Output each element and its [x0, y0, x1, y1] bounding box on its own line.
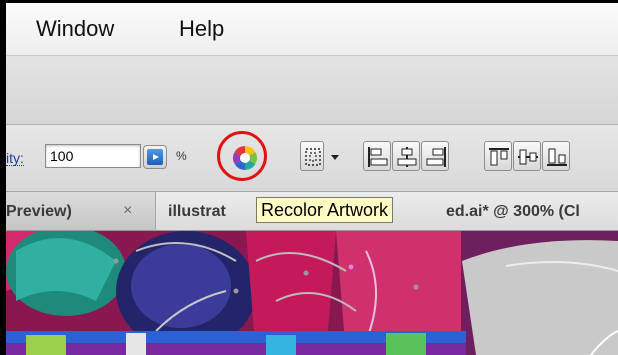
chevron-down-icon[interactable] [331, 155, 339, 160]
align-top-icon [489, 148, 509, 166]
close-icon[interactable]: × [123, 202, 132, 220]
menu-bar: Window Help [6, 3, 618, 56]
opacity-label[interactable]: ity: [6, 151, 24, 166]
recolor-artwork-tooltip: Recolor Artwork [256, 197, 394, 223]
align-horizontal-center-icon [397, 147, 417, 167]
align-top-button[interactable] [484, 141, 512, 171]
menu-window[interactable]: Window [36, 16, 114, 42]
highlight-circle [217, 131, 267, 181]
control-panel: ity: % [6, 125, 618, 192]
align-vertical-center-icon [518, 149, 538, 165]
play-arrow-icon [147, 149, 163, 165]
align-left-button[interactable] [363, 141, 391, 171]
align-center-button[interactable] [392, 141, 420, 171]
align-vertical-center-button[interactable] [513, 141, 541, 171]
selection-dropdown-button[interactable] [300, 141, 324, 171]
align-bottom-icon [547, 148, 567, 166]
align-left-icon [368, 147, 388, 167]
align-bottom-button[interactable] [542, 141, 570, 171]
application-bar [6, 56, 618, 125]
artwork-image [6, 231, 618, 355]
app-window: Window Help ity: % [6, 3, 618, 355]
tab-label-right: ed.ai* @ 300% (Cl [446, 203, 580, 220]
artboard-canvas[interactable] [6, 231, 618, 355]
dotted-select-icon [305, 148, 321, 166]
align-right-button[interactable] [421, 141, 449, 171]
tab-label-left: illustrat [168, 203, 226, 220]
menu-help[interactable]: Help [179, 16, 224, 42]
percent-symbol: % [176, 149, 187, 163]
align-right-icon [426, 147, 446, 167]
tab-preview-document[interactable]: Preview) × [6, 192, 156, 230]
tab-label: Preview) [6, 203, 72, 220]
opacity-menu-button[interactable] [143, 145, 167, 169]
opacity-input[interactable] [45, 144, 141, 168]
